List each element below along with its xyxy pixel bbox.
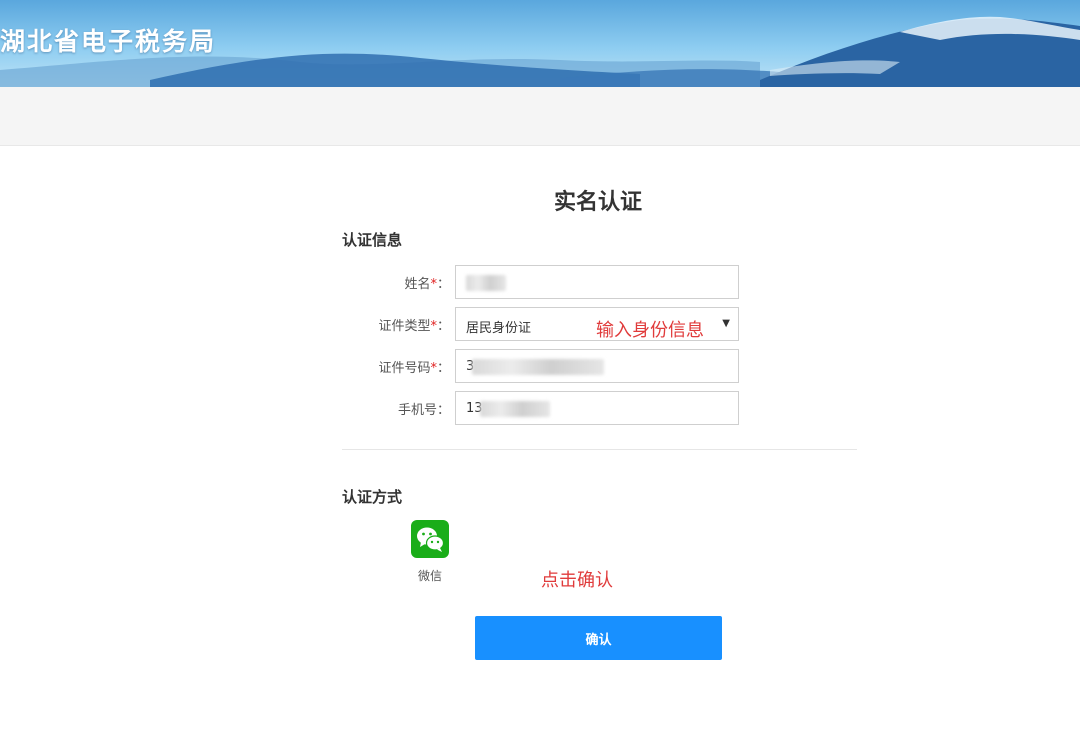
- redacted-value: [480, 401, 550, 417]
- form-row-name: 姓名*：: [342, 265, 742, 299]
- redacted-value: [472, 359, 604, 375]
- id-type-label: 证件类型*：: [378, 319, 450, 334]
- page-title: 实名认证: [553, 190, 642, 215]
- id-number-input[interactable]: 3: [455, 349, 739, 383]
- id-number-label: 证件号码*：: [378, 361, 450, 376]
- phone-input[interactable]: 13: [455, 391, 739, 425]
- form-row-id-number: 证件号码*： 3: [342, 349, 742, 383]
- redacted-value: [466, 275, 506, 291]
- confirm-button[interactable]: 确认: [475, 616, 722, 660]
- section-divider: [342, 449, 857, 450]
- wechat-label: 微信: [417, 569, 442, 583]
- name-label: 姓名*：: [404, 277, 450, 292]
- chevron-down-icon: ▼: [722, 318, 730, 329]
- wechat-icon: [411, 520, 449, 558]
- auth-method-section-title: 认证方式: [342, 488, 403, 506]
- site-title: 湖北省电子税务局: [0, 27, 217, 56]
- auth-option-wechat[interactable]: 微信: [410, 520, 450, 600]
- name-input[interactable]: [455, 265, 739, 299]
- nav-band: [0, 87, 1080, 146]
- form-row-phone: 手机号： 13: [342, 391, 742, 425]
- header-banner: 湖北省电子税务局: [0, 0, 1080, 87]
- phone-label: 手机号：: [397, 403, 450, 418]
- auth-info-section-title: 认证信息: [342, 231, 403, 249]
- annotation-click-hint: 点击确认: [541, 570, 613, 591]
- annotation-input-hint: 输入身份信息: [596, 320, 704, 341]
